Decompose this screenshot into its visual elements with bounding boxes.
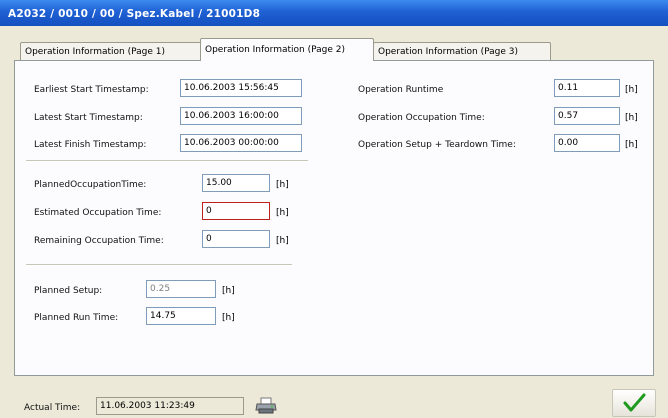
latest-start-label: Latest Start Timestamp: bbox=[34, 113, 143, 123]
setup-teardown-field[interactable]: 0.00 bbox=[554, 134, 620, 152]
separator bbox=[26, 264, 292, 266]
tab-label: Operation Information (Page 1) bbox=[25, 47, 166, 57]
estimated-occupation-unit: [h] bbox=[276, 208, 289, 218]
separator bbox=[26, 160, 308, 162]
tab-page-2[interactable]: Operation Information (Page 2) bbox=[200, 38, 374, 61]
planned-run-unit: [h] bbox=[222, 313, 235, 323]
setup-teardown-label: Operation Setup + Teardown Time: bbox=[358, 140, 516, 150]
operation-occupation-field[interactable]: 0.57 bbox=[554, 107, 620, 125]
estimated-occupation-field[interactable]: 0 bbox=[202, 202, 270, 220]
operation-occupation-unit: [h] bbox=[625, 113, 638, 123]
setup-teardown-unit: [h] bbox=[625, 140, 638, 150]
latest-finish-label: Latest Finish Timestamp: bbox=[34, 140, 147, 150]
operation-runtime-field[interactable]: 0.11 bbox=[554, 79, 620, 97]
latest-start-field[interactable]: 10.06.2003 16:00:00 bbox=[180, 107, 302, 125]
actual-time-field: 11.06.2003 11:23:49 bbox=[96, 397, 244, 415]
planned-setup-unit: [h] bbox=[222, 286, 235, 296]
tab-label: Operation Information (Page 3) bbox=[378, 47, 519, 57]
operation-occupation-label: Operation Occupation Time: bbox=[358, 113, 485, 123]
remaining-occupation-field[interactable]: 0 bbox=[202, 230, 270, 248]
earliest-start-field[interactable]: 10.06.2003 15:56:45 bbox=[180, 79, 302, 97]
planned-run-field[interactable]: 14.75 bbox=[146, 307, 216, 325]
estimated-occupation-label: Estimated Occupation Time: bbox=[34, 208, 162, 218]
planned-occupation-unit: [h] bbox=[276, 180, 289, 190]
latest-finish-field[interactable]: 10.06.2003 00:00:00 bbox=[180, 134, 302, 152]
planned-occupation-label: PlannedOccupationTime: bbox=[34, 180, 147, 190]
tab-label: Operation Information (Page 2) bbox=[205, 45, 346, 55]
actual-time-label: Actual Time: bbox=[24, 403, 81, 413]
printer-icon bbox=[255, 397, 277, 414]
operation-runtime-label: Operation Runtime bbox=[358, 85, 444, 95]
window-title: A2032 / 0010 / 00 / Spez.Kabel / 21001D8 bbox=[0, 0, 668, 26]
planned-run-label: Planned Run Time: bbox=[34, 313, 119, 323]
tab-page-1[interactable]: Operation Information (Page 1) bbox=[20, 42, 202, 60]
operation-runtime-unit: [h] bbox=[625, 85, 638, 95]
remaining-occupation-label: Remaining Occupation Time: bbox=[34, 236, 164, 246]
planned-setup-label: Planned Setup: bbox=[34, 286, 103, 296]
ok-button[interactable] bbox=[612, 389, 656, 417]
checkmark-icon bbox=[623, 393, 646, 412]
planned-setup-field[interactable]: 0.25 bbox=[146, 280, 216, 298]
earliest-start-label: Earliest Start Timestamp: bbox=[34, 85, 149, 95]
tab-page-3[interactable]: Operation Information (Page 3) bbox=[373, 42, 551, 60]
print-button[interactable] bbox=[255, 397, 277, 415]
planned-occupation-field[interactable]: 15.00 bbox=[202, 174, 270, 192]
remaining-occupation-unit: [h] bbox=[276, 236, 289, 246]
